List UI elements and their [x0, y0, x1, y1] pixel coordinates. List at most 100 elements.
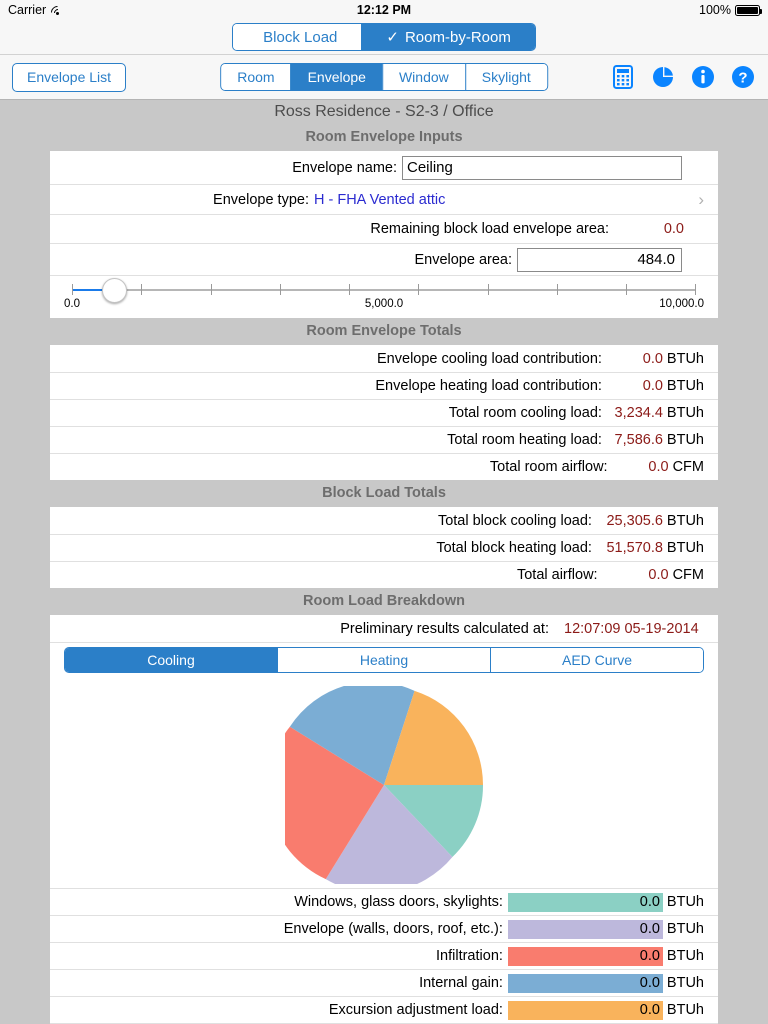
row-value: 0.0 [639, 948, 660, 964]
section-heading-block-totals: Block Load Totals [322, 485, 446, 501]
row-unit: BTUh [666, 378, 704, 394]
calculator-icon[interactable] [610, 64, 636, 90]
row-value: 0.0 [648, 567, 669, 583]
slider-ticks [72, 284, 696, 296]
table-row: Internal gain: 0.0 BTUh [50, 969, 718, 996]
info-icon[interactable] [690, 64, 716, 90]
room-envelope-totals-card: Envelope cooling load contribution: 0.0 … [50, 345, 718, 480]
section-heading-inputs: Room Envelope Inputs [305, 129, 463, 145]
tab-aed-curve[interactable]: AED Curve [490, 648, 703, 672]
row-value: 0.0 [639, 975, 660, 991]
table-row: Total room cooling load: 3,234.4 BTUh [50, 399, 718, 426]
envelope-type-value[interactable]: H - FHA Vented attic [314, 192, 445, 208]
envelope-type-row[interactable]: Envelope type: H - FHA Vented attic › [50, 184, 718, 214]
room-load-breakdown-card: Preliminary results calculated at: 12:07… [50, 615, 718, 1024]
component-tabs[interactable]: Room Envelope Window Skylight [220, 63, 548, 91]
row-label: Total airflow: [516, 567, 598, 583]
status-time: 12:12 PM [356, 3, 412, 17]
row-unit: BTUh [666, 350, 704, 367]
slider-min-label: 0.0 [64, 298, 80, 310]
tab-skylight[interactable]: Skylight [464, 64, 547, 90]
envelope-name-input[interactable]: Ceiling [402, 155, 682, 180]
envelope-area-label: Envelope area: [414, 251, 512, 268]
row-unit: BTUh [666, 512, 704, 529]
tab-room[interactable]: Room [221, 64, 291, 90]
envelope-list-button[interactable]: Envelope List [12, 62, 127, 92]
row-value: 25,305.6 [606, 512, 663, 529]
row-label: Envelope cooling load contribution: [377, 350, 602, 367]
table-row: Total room heating load: 7,586.6 BTUh [50, 426, 718, 453]
tab-cooling[interactable]: Cooling [65, 648, 277, 672]
slider-max-label: 10,000.0 [659, 298, 704, 310]
envelope-type-label: Envelope type: [213, 191, 309, 208]
wifi-icon [48, 2, 67, 22]
table-row: Total airflow: 0.0 CFM [50, 561, 718, 588]
status-left: Carrier [8, 2, 67, 22]
battery-percent-label: 100% [699, 3, 731, 17]
section-heading-room-totals: Room Envelope Totals [306, 323, 462, 339]
block-load-totals-card: Total block cooling load: 25,305.6 BTUh … [50, 507, 718, 588]
load-breakdown-pie-chart [50, 678, 718, 888]
row-unit: BTUh [666, 540, 704, 556]
row-unit: CFM [672, 459, 704, 475]
segment-block-load[interactable]: Block Load [233, 24, 362, 50]
pie-chart-svg [285, 686, 483, 884]
row-value: 7,586.6 [614, 432, 663, 448]
row-value: 3,234.4 [614, 405, 663, 421]
load-mode-segmented-control[interactable]: Block Load ✓ Room-by-Room [232, 23, 536, 51]
table-row: Envelope cooling load contribution: 0.0 … [50, 345, 718, 372]
slider-mid-label: 5,000.0 [364, 298, 404, 310]
row-value: 0.0 [639, 1002, 660, 1018]
tab-window[interactable]: Window [381, 64, 465, 90]
row-value: 0.0 [642, 350, 663, 367]
battery-icon [735, 4, 762, 16]
table-row: Infiltration: 0.0 BTUh [50, 942, 718, 969]
toolbar-icons: ? [610, 64, 756, 90]
row-label: Windows, glass doors, skylights: [294, 894, 503, 910]
row-unit: BTUh [666, 432, 704, 448]
row-label: Total room cooling load: [448, 405, 602, 421]
segment-room-by-room[interactable]: ✓ Room-by-Room [361, 24, 535, 50]
help-icon[interactable]: ? [730, 64, 756, 90]
row-value-bar: 0.0 [507, 973, 663, 993]
envelope-area-row: Envelope area: 484.0 [50, 243, 718, 275]
table-row: Windows, glass doors, skylights: 0.0 BTU… [50, 888, 718, 915]
calculated-at-value: 12:07:09 05-19-2014 [564, 620, 699, 637]
remaining-area-value: 0.0 [663, 221, 684, 237]
pie-chart-icon[interactable] [650, 64, 676, 90]
segment-room-by-room-label: Room-by-Room [404, 28, 511, 46]
row-label: Total room heating load: [447, 432, 602, 448]
chevron-right-icon: › [698, 190, 705, 209]
row-value-bar: 0.0 [507, 946, 663, 966]
content-scroll-area: Room Envelope Inputs Envelope name: Ceil… [0, 124, 768, 1024]
section-heading-breakdown: Room Load Breakdown [303, 593, 465, 609]
breakdown-tabs[interactable]: Cooling Heating AED Curve [64, 647, 704, 673]
row-unit: BTUh [666, 1002, 704, 1018]
row-label: Envelope (walls, doors, roof, etc.): [283, 921, 503, 937]
envelope-name-row: Envelope name: Ceiling [50, 151, 718, 184]
calculated-at-label: Preliminary results calculated at: [340, 620, 549, 637]
row-value: 0.0 [642, 378, 663, 394]
status-right: 100% [699, 3, 762, 17]
envelope-area-slider[interactable]: 0.0 5,000.0 10,000.0 [64, 278, 704, 312]
room-envelope-inputs-card: Envelope name: Ceiling Envelope type: H … [50, 151, 718, 318]
table-row: Envelope (walls, doors, roof, etc.): 0.0… [50, 915, 718, 942]
row-unit: BTUh [666, 975, 704, 991]
row-value: 0.0 [639, 894, 660, 910]
row-unit: BTUh [666, 405, 704, 421]
tab-envelope[interactable]: Envelope [290, 64, 382, 90]
main-toolbar: Envelope List Room Envelope Window Skyli… [0, 55, 768, 100]
table-row: Total block heating load: 51,570.8 BTUh [50, 534, 718, 561]
envelope-area-input[interactable]: 484.0 [517, 247, 682, 272]
row-value: 51,570.8 [606, 540, 663, 556]
envelope-name-label: Envelope name: [292, 159, 397, 176]
remaining-area-row: Remaining block load envelope area: 0.0 [50, 214, 718, 243]
tab-heating[interactable]: Heating [277, 648, 490, 672]
row-label: Total block heating load: [436, 540, 592, 556]
table-row: Excursion adjustment load: 0.0 BTUh [50, 996, 718, 1023]
row-unit: BTUh [666, 921, 704, 937]
remaining-area-label: Remaining block load envelope area: [370, 221, 609, 237]
row-label: Infiltration: [436, 948, 503, 964]
page-title: Ross Residence - S2-3 / Office [0, 100, 768, 124]
room-by-room-check-icon: ✓ [386, 28, 399, 46]
